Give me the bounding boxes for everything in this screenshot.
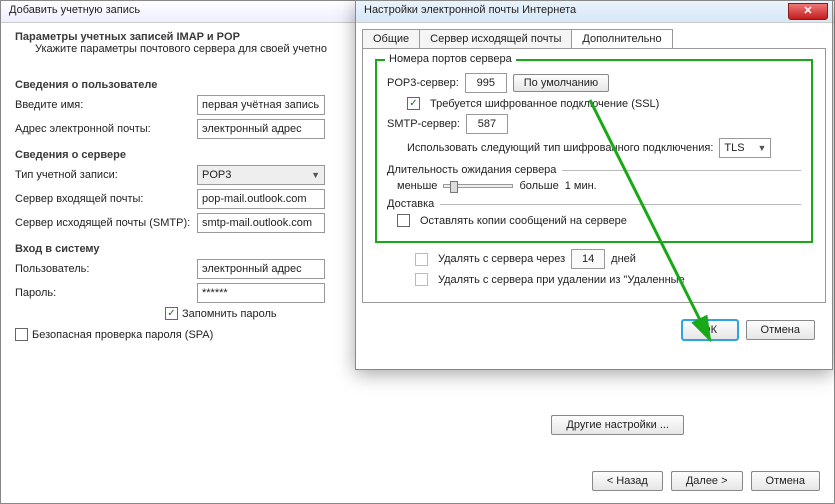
remember-password-checkbox[interactable] <box>165 307 178 320</box>
email-input[interactable] <box>197 119 325 139</box>
delete-trash-row: Удалять с сервера при удалении из "Удале… <box>415 273 813 286</box>
encryption-value: TLS <box>724 142 744 154</box>
incoming-server-label: Сервер входящей почты: <box>15 193 197 205</box>
bg-title: Добавить учетную запись <box>9 4 140 16</box>
remember-password-label: Запомнить пароль <box>182 308 277 320</box>
fg-titlebar: Настройки электронной почты Интернета ✕ <box>356 1 832 23</box>
timeout-value: 1 мин. <box>565 180 597 192</box>
bg-cancel-button[interactable]: Отмена <box>751 471 820 491</box>
slider-thumb[interactable] <box>450 181 458 193</box>
chevron-down-icon: ▼ <box>311 170 320 180</box>
delete-after-row: Удалять с сервера через дней <box>415 249 813 269</box>
leave-copy-checkbox[interactable] <box>397 214 410 227</box>
username-input[interactable] <box>197 259 325 279</box>
smtp-label: SMTP-сервер: <box>387 118 460 130</box>
encryption-select[interactable]: TLS ▼ <box>719 138 771 158</box>
ssl-label: Требуется шифрованное подключение (SSL) <box>430 98 659 110</box>
ok-button[interactable]: ОК <box>682 320 738 340</box>
divider <box>562 170 801 171</box>
delete-trash-label: Удалять с сервера при удалении из "Удале… <box>438 274 685 286</box>
username-label: Пользователь: <box>15 263 197 275</box>
incoming-server-input[interactable] <box>197 189 325 209</box>
leave-copy-label: Оставлять копии сообщений на сервере <box>420 215 627 227</box>
fg-title: Настройки электронной почты Интернета <box>364 4 576 16</box>
days-label: дней <box>611 253 636 265</box>
server-ports-group: Номера портов сервера POP3-сервер: По ум… <box>375 59 813 243</box>
outgoing-server-input[interactable] <box>197 213 325 233</box>
tab-panel-advanced: Номера портов сервера POP3-сервер: По ум… <box>362 48 826 303</box>
tab-general[interactable]: Общие <box>362 29 420 48</box>
timeout-heading: Длительность ожидания сервера <box>387 164 556 176</box>
next-button[interactable]: Далее > <box>671 471 743 491</box>
fg-cancel-button[interactable]: Отмена <box>746 320 815 340</box>
timeout-less-label: меньше <box>397 180 437 192</box>
bg-footer: < Назад Далее > Отмена <box>592 471 820 491</box>
email-label: Адрес электронной почты: <box>15 123 197 135</box>
account-type-label: Тип учетной записи: <box>15 169 197 181</box>
more-settings-button[interactable]: Другие настройки ... <box>551 415 684 435</box>
spa-checkbox[interactable] <box>15 328 28 341</box>
defaults-button[interactable]: По умолчанию <box>513 74 609 92</box>
name-label: Введите имя: <box>15 99 197 111</box>
smtp-port-input[interactable] <box>466 114 508 134</box>
account-type-select[interactable]: POP3 ▼ <box>197 165 325 185</box>
encryption-label: Использовать следующий тип шифрованного … <box>407 142 713 154</box>
password-input[interactable] <box>197 283 325 303</box>
delete-trash-checkbox <box>415 273 428 286</box>
back-button[interactable]: < Назад <box>592 471 663 491</box>
pop3-port-input[interactable] <box>465 73 507 93</box>
timeout-more-label: больше <box>519 180 558 192</box>
chevron-down-icon: ▼ <box>757 143 766 153</box>
timeout-slider[interactable] <box>443 184 513 188</box>
name-input[interactable] <box>197 95 325 115</box>
delete-after-checkbox <box>415 253 428 266</box>
close-button[interactable]: ✕ <box>788 3 828 20</box>
delete-after-days-input <box>571 249 605 269</box>
pop3-label: POP3-сервер: <box>387 77 459 89</box>
spa-label: Безопасная проверка пароля (SPA) <box>32 329 213 341</box>
tabs: Общие Сервер исходящей почты Дополнитель… <box>362 29 826 48</box>
tab-advanced[interactable]: Дополнительно <box>571 29 672 48</box>
password-label: Пароль: <box>15 287 197 299</box>
tab-outgoing[interactable]: Сервер исходящей почты <box>419 29 572 48</box>
outgoing-server-label: Сервер исходящей почты (SMTP): <box>15 217 197 229</box>
account-type-value: POP3 <box>202 169 231 181</box>
delivery-heading: Доставка <box>387 198 434 210</box>
delete-after-label: Удалять с сервера через <box>438 253 565 265</box>
divider <box>440 204 801 205</box>
email-settings-window: Настройки электронной почты Интернета ✕ … <box>355 0 833 370</box>
server-ports-title: Номера портов сервера <box>385 53 516 65</box>
ssl-checkbox[interactable] <box>407 97 420 110</box>
